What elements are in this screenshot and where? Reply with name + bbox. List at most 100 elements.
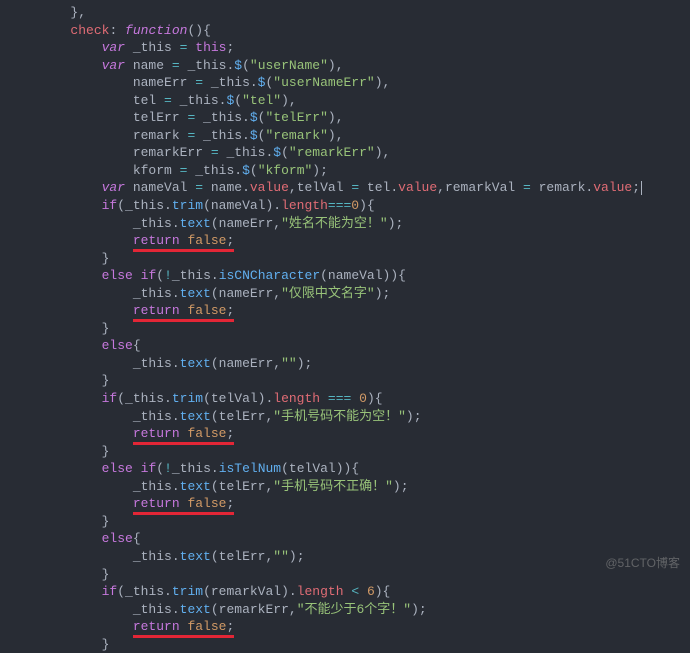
code-token: (telErr, bbox=[211, 409, 273, 424]
code-token: isTelNum bbox=[219, 461, 281, 476]
code-token: (_this. bbox=[117, 584, 172, 599]
code-token: : bbox=[109, 23, 125, 38]
code-token: ), bbox=[375, 75, 391, 90]
code-token: return bbox=[133, 233, 180, 248]
code-token: } bbox=[102, 514, 110, 529]
code-token: nameVal bbox=[125, 180, 195, 195]
highlighted-return bbox=[180, 495, 188, 513]
code-line: }, bbox=[8, 4, 682, 22]
code-token: = bbox=[172, 58, 180, 73]
code-token: text bbox=[180, 479, 211, 494]
code-line: else{ bbox=[8, 530, 682, 548]
code-token: { bbox=[133, 338, 141, 353]
code-token: trim bbox=[172, 584, 203, 599]
code-line: else if(!_this.isTelNum(telVal)){ bbox=[8, 460, 682, 478]
code-token: if bbox=[102, 198, 118, 213]
code-token: value bbox=[593, 180, 632, 195]
code-token: $ bbox=[273, 145, 281, 160]
code-token: }, bbox=[70, 5, 86, 20]
code-line: check: function(){ bbox=[8, 22, 682, 40]
code-token: ( bbox=[242, 58, 250, 73]
code-token: if bbox=[141, 268, 157, 283]
code-token: "" bbox=[273, 549, 289, 564]
code-token: _this bbox=[125, 40, 180, 55]
code-token: ); bbox=[411, 602, 427, 617]
highlighted-return: false bbox=[187, 425, 226, 443]
code-token bbox=[320, 391, 328, 406]
code-token: "remark" bbox=[265, 128, 327, 143]
code-token: "remarkErr" bbox=[289, 145, 375, 160]
code-token: length bbox=[273, 391, 320, 406]
highlighted-return: false bbox=[187, 232, 226, 250]
code-token: 0 bbox=[359, 391, 367, 406]
code-token: (nameErr, bbox=[211, 216, 281, 231]
code-token bbox=[359, 584, 367, 599]
code-token: = bbox=[523, 180, 531, 195]
code-token: (nameErr, bbox=[211, 356, 281, 371]
code-token: === bbox=[328, 391, 351, 406]
code-token: 0 bbox=[351, 198, 359, 213]
code-token: "userNameErr" bbox=[273, 75, 374, 90]
code-token: "userName" bbox=[250, 58, 328, 73]
code-line: remark = _this.$("remark"), bbox=[8, 127, 682, 145]
code-token: text bbox=[180, 549, 211, 564]
code-token: ); bbox=[388, 216, 404, 231]
code-token: text bbox=[180, 216, 211, 231]
code-token bbox=[344, 584, 352, 599]
code-token: ){ bbox=[359, 198, 375, 213]
code-token: (telErr, bbox=[211, 549, 273, 564]
code-line: } bbox=[8, 250, 682, 268]
code-token: _this. bbox=[172, 93, 227, 108]
highlighted-return: return bbox=[133, 425, 180, 443]
code-token: (nameErr, bbox=[211, 286, 281, 301]
code-line: } bbox=[8, 320, 682, 338]
code-token: this bbox=[195, 40, 226, 55]
code-token: remarkErr bbox=[133, 145, 211, 160]
code-line: return false; bbox=[8, 302, 682, 320]
code-token: === bbox=[328, 198, 351, 213]
code-line: if(_this.trim(remarkVal).length < 6){ bbox=[8, 583, 682, 601]
code-line: tel = _this.$("tel"), bbox=[8, 92, 682, 110]
code-line: else{ bbox=[8, 337, 682, 355]
code-line: var _this = this; bbox=[8, 39, 682, 57]
code-token: ; bbox=[226, 496, 234, 511]
highlighted-return: ; bbox=[226, 302, 234, 320]
code-line: _this.text(telErr,""); bbox=[8, 548, 682, 566]
code-token: ! bbox=[164, 461, 172, 476]
code-token: } bbox=[102, 373, 110, 388]
code-token: (_this. bbox=[117, 198, 172, 213]
code-token: check bbox=[70, 23, 109, 38]
code-line: var name = _this.$("userName"), bbox=[8, 57, 682, 75]
code-token: _this. bbox=[133, 356, 180, 371]
highlighted-return: false bbox=[187, 495, 226, 513]
code-token: ; bbox=[632, 180, 640, 195]
code-token bbox=[351, 391, 359, 406]
code-token: _this. bbox=[133, 286, 180, 301]
code-token: ); bbox=[289, 549, 305, 564]
code-token: else bbox=[102, 338, 133, 353]
code-line: } bbox=[8, 372, 682, 390]
code-token: var bbox=[102, 40, 125, 55]
code-line: } bbox=[8, 513, 682, 531]
code-line: _this.text(remarkErr,"不能少于6个字！"); bbox=[8, 601, 682, 619]
code-token: remark bbox=[133, 128, 188, 143]
code-token: ,remarkVal bbox=[437, 180, 523, 195]
highlighted-return: ; bbox=[226, 618, 234, 636]
code-token: (nameVal). bbox=[203, 198, 281, 213]
code-token: } bbox=[102, 251, 110, 266]
code-line: } bbox=[8, 566, 682, 584]
highlighted-return bbox=[180, 302, 188, 320]
code-token: _this. bbox=[133, 479, 180, 494]
highlighted-return: ; bbox=[226, 495, 234, 513]
code-token: kform bbox=[133, 163, 180, 178]
code-token: $ bbox=[250, 128, 258, 143]
code-token: _this. bbox=[172, 461, 219, 476]
code-line: if(_this.trim(nameVal).length===0){ bbox=[8, 197, 682, 215]
code-token: ), bbox=[328, 58, 344, 73]
code-token: "telErr" bbox=[265, 110, 327, 125]
code-token: _this. bbox=[203, 75, 258, 90]
code-token: (){ bbox=[187, 23, 210, 38]
code-token bbox=[180, 496, 188, 511]
code-token: ,telVal bbox=[289, 180, 351, 195]
code-token: "姓名不能为空！" bbox=[281, 216, 388, 231]
